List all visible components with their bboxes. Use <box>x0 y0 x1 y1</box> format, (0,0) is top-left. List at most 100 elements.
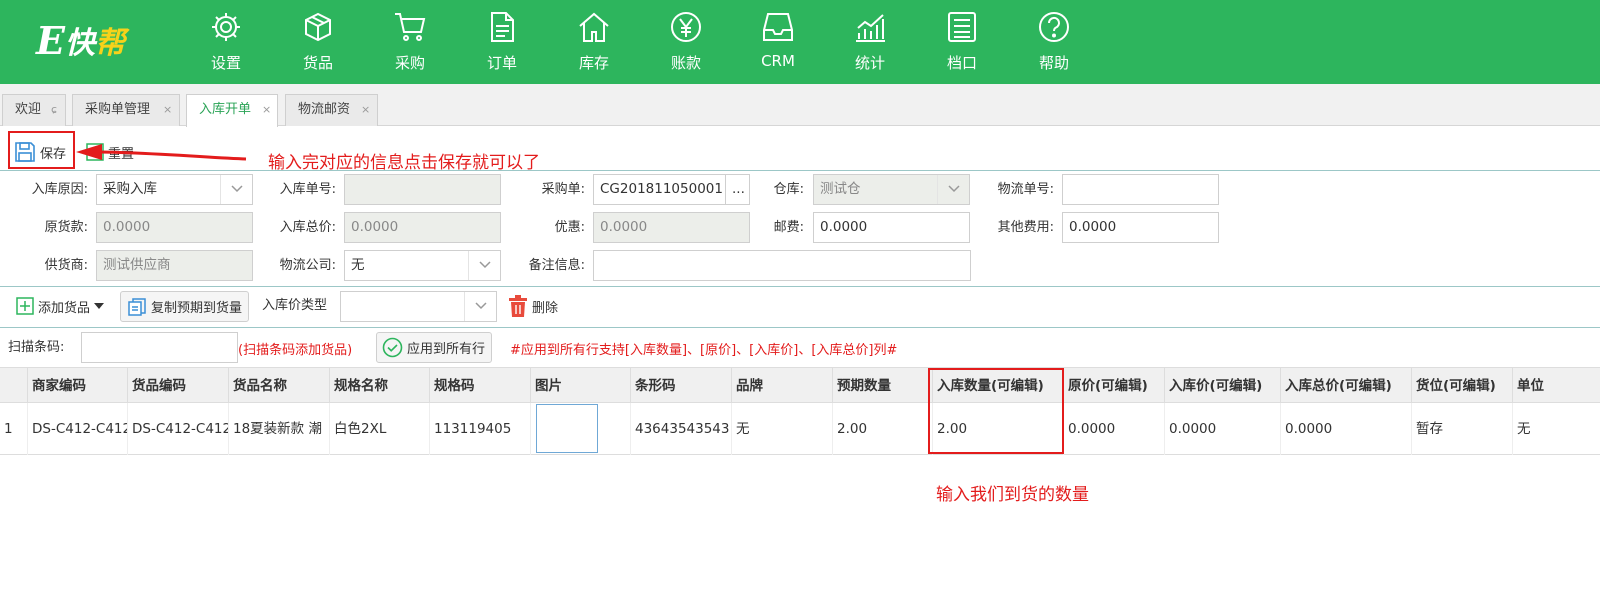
column-header-spec-name[interactable]: 规格名称 <box>330 368 430 404</box>
close-icon[interactable]: × <box>163 95 172 125</box>
column-header-goods-code[interactable]: 货品编码 <box>128 368 229 404</box>
nav-label: 帮助 <box>1038 54 1069 72</box>
chevron-down-icon[interactable] <box>464 292 496 321</box>
nav-item-crm[interactable]: CRM <box>738 0 818 84</box>
po-field[interactable]: CG201811050001 <box>593 174 726 205</box>
nav-item-stall[interactable]: 档口 <box>922 0 1002 84</box>
close-icon[interactable]: × <box>262 95 271 125</box>
nav-label: 货品 <box>302 54 333 72</box>
tab-label: 物流邮资 <box>298 102 351 117</box>
nav-item-inventory[interactable]: 库存 <box>554 0 634 84</box>
apply-all-button[interactable]: 应用到所有行 <box>376 332 493 363</box>
logo-e: E <box>36 17 65 63</box>
ship-no-field[interactable] <box>1062 174 1219 205</box>
total-label: 入库总价: <box>279 220 336 235</box>
nav-label: 设置 <box>210 54 241 72</box>
tab-stock-in[interactable]: 入库开单 × <box>186 94 278 127</box>
scan-label: 扫描条码: <box>8 340 65 355</box>
logo-text-yellow: 帮 <box>94 26 125 61</box>
nav-item-orders[interactable]: 订单 <box>462 0 542 84</box>
chevron-down-icon[interactable] <box>220 175 252 204</box>
tab-logistics-postage[interactable]: 物流邮资 × <box>285 94 378 126</box>
column-header-unit[interactable]: 单位 <box>1513 368 1600 404</box>
yen-icon <box>671 12 701 42</box>
nav-item-accounts[interactable]: 账款 <box>646 0 726 84</box>
document-icon <box>491 12 514 42</box>
table-row[interactable]: 1 DS-C412-C412 DS-C412-C412 18夏装新款 潮 白色2… <box>0 403 1600 455</box>
column-header-goods-name[interactable]: 货品名称 <box>229 368 330 404</box>
divider <box>0 170 1600 171</box>
nav-item-goods[interactable]: 货品 <box>278 0 358 84</box>
reason-select[interactable]: 采购入库 <box>96 174 253 205</box>
nav-label: 统计 <box>854 54 885 72</box>
scan-barcode-input[interactable] <box>81 332 238 363</box>
tab-welcome[interactable]: 欢迎 ɕ <box>2 94 66 126</box>
nav-item-help[interactable]: 帮助 <box>1014 0 1094 84</box>
box-icon <box>305 12 331 42</box>
column-header-original-price[interactable]: 原价(可编辑) <box>1064 368 1165 404</box>
nav-label: 档口 <box>946 54 977 72</box>
logistics-select[interactable]: 无 <box>344 250 501 281</box>
help-icon <box>1039 12 1069 42</box>
app-logo[interactable]: E 快 帮 <box>36 15 125 65</box>
chevron-down-icon[interactable] <box>468 251 500 280</box>
column-header-stock-in-price[interactable]: 入库价(可编辑) <box>1165 368 1281 404</box>
cell-original-price[interactable]: 0.0000 <box>1064 403 1165 455</box>
remark-field[interactable] <box>593 250 971 281</box>
divider <box>0 286 1600 287</box>
cell-spec-code: 113119405 <box>430 403 531 455</box>
postage-field[interactable]: 0.0000 <box>813 212 970 243</box>
list-icon <box>948 12 976 42</box>
apply-all-label: 应用到所有行 <box>407 342 486 357</box>
check-circle-icon <box>382 337 403 358</box>
supplier-label: 供货商: <box>44 258 88 273</box>
chevron-down-icon[interactable] <box>937 175 969 204</box>
cell-stock-in-total[interactable]: 0.0000 <box>1281 403 1412 455</box>
logo-text: 快 <box>64 26 95 61</box>
column-header-spec-code[interactable]: 规格码 <box>430 368 531 404</box>
logistics-value: 无 <box>351 257 365 273</box>
qty-annotation: 输入我们到货的数量 <box>936 485 1089 505</box>
inbox-icon <box>763 13 793 41</box>
doc-no-field <box>344 174 501 205</box>
add-goods-label: 添加货品 <box>38 300 91 316</box>
reason-value: 采购入库 <box>103 181 157 197</box>
column-header-barcode[interactable]: 条形码 <box>631 368 732 404</box>
column-header-expected-qty[interactable]: 预期数量 <box>833 368 933 404</box>
other-fee-field[interactable]: 0.0000 <box>1062 212 1219 243</box>
column-header-location[interactable]: 货位(可编辑) <box>1412 368 1513 404</box>
add-goods-button[interactable]: 添加货品 <box>16 296 105 316</box>
ship-no-label: 物流单号: <box>997 182 1054 197</box>
column-header-stock-in-total[interactable]: 入库总价(可编辑) <box>1281 368 1412 404</box>
image-placeholder[interactable] <box>536 404 598 453</box>
warehouse-label: 仓库: <box>773 182 804 197</box>
postage-label: 邮费: <box>773 220 804 235</box>
delete-label: 删除 <box>532 300 559 316</box>
column-header-merchant-code[interactable]: 商家编码 <box>28 368 128 404</box>
column-header-image[interactable]: 图片 <box>531 368 631 404</box>
nav-item-settings[interactable]: 设置 <box>186 0 266 84</box>
price-type-select[interactable] <box>340 291 497 322</box>
cell-barcode: 43643543543 <box>631 403 732 455</box>
cell-merchant-code: DS-C412-C412 <box>28 403 128 455</box>
save-highlight-box <box>8 131 75 169</box>
column-header-index <box>0 368 28 404</box>
tab-purchase-orders[interactable]: 采购单管理 × <box>72 94 180 126</box>
column-header-brand[interactable]: 品牌 <box>732 368 833 404</box>
nav-item-statistics[interactable]: 统计 <box>830 0 910 84</box>
plus-icon <box>16 297 34 315</box>
cell-location[interactable]: 暂存 <box>1412 403 1513 455</box>
cell-stock-in-price[interactable]: 0.0000 <box>1165 403 1281 455</box>
qty-highlight-box <box>928 368 1064 454</box>
warehouse-select[interactable]: 测试仓 <box>813 174 970 205</box>
remark-label: 备注信息: <box>528 258 585 273</box>
nav-label: 账款 <box>670 54 701 72</box>
top-nav-bar: E 快 帮 设置 货品 采购 订单 库存 账款 CRM 统计 档口 帮助 <box>0 0 1600 84</box>
gear-icon <box>212 13 240 41</box>
copy-expected-button[interactable]: 复制预期到货量 <box>120 291 250 322</box>
nav-label: 库存 <box>578 54 609 72</box>
refresh-icon[interactable]: ɕ <box>51 95 57 125</box>
nav-item-purchase[interactable]: 采购 <box>370 0 450 84</box>
delete-button[interactable]: 删除 <box>508 295 558 317</box>
close-icon[interactable]: × <box>361 95 370 125</box>
